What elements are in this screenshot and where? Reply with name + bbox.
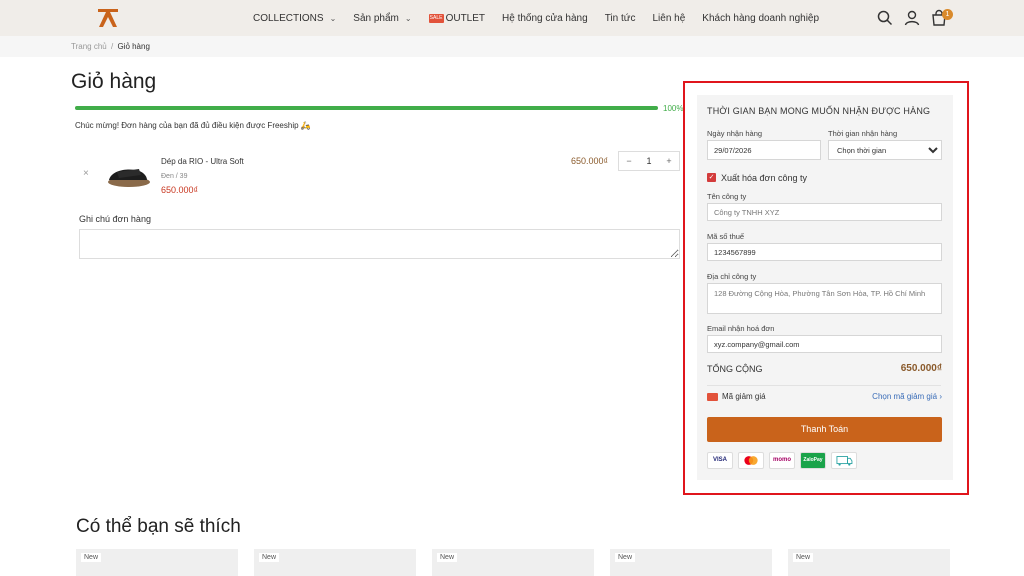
company-address-input[interactable]: 128 Đường Cộng Hòa, Phường Tân Sơn Hòa, …: [707, 283, 942, 314]
freeship-progress-label: 100%: [663, 104, 684, 113]
quantity-increase-button[interactable]: +: [659, 156, 679, 166]
chevron-down-icon: ⌄: [329, 13, 337, 23]
product-variant: Đen / 39: [161, 173, 188, 180]
nav-news-label: Tin tức: [604, 12, 636, 24]
product-price: 650.000₫: [161, 185, 199, 195]
new-badge: New: [615, 553, 636, 562]
nav-news[interactable]: Tin tức: [605, 13, 636, 24]
invoice-email-label: Email nhận hoá đơn: [707, 324, 775, 333]
quantity-stepper: − 1 +: [618, 151, 680, 171]
nav-business-label: Khách hàng doanh nghiệp: [702, 12, 820, 24]
delivery-time-title: THỜI GIAN BẠN MONG MUỐN NHẬN ĐƯỢC HÀNG: [707, 106, 931, 116]
chevron-down-icon: ⌄: [404, 13, 412, 23]
breadcrumb-current: Giỏ hàng: [117, 42, 150, 51]
product-card[interactable]: New: [76, 549, 238, 576]
product-card[interactable]: New: [610, 549, 772, 576]
delivery-date-label: Ngày nhận hàng: [707, 129, 763, 138]
nav-collections-label: COLLECTIONS: [253, 12, 324, 24]
tax-code-input[interactable]: [707, 243, 942, 261]
order-note-input[interactable]: [79, 229, 680, 259]
nav-contact[interactable]: Liên hệ: [652, 13, 685, 24]
quantity-value[interactable]: 1: [639, 156, 659, 166]
product-card[interactable]: New: [254, 549, 416, 576]
freeship-progress: [75, 106, 658, 110]
visa-label: VISA: [712, 457, 727, 463]
momo-label: momo: [773, 457, 791, 463]
zalopay-label: ZaloPay: [803, 457, 823, 463]
company-name-input[interactable]: [707, 203, 942, 221]
new-badge: New: [81, 553, 102, 562]
nav-products-label: Sản phẩm: [353, 12, 399, 24]
order-note-label: Ghi chú đơn hàng: [79, 214, 151, 224]
checkout-button[interactable]: Thanh Toán: [707, 417, 942, 442]
company-address-label: Địa chỉ công ty: [707, 272, 757, 281]
product-card[interactable]: New: [432, 549, 594, 576]
coupon-label: Mã giảm giá: [722, 392, 766, 401]
line-total: 650.000₫: [571, 156, 609, 166]
invoice-email-input[interactable]: [707, 335, 942, 353]
nav-products[interactable]: Sản phẩm ⌄: [353, 13, 411, 24]
checkout-panel: THỜI GIAN BẠN MONG MUỐN NHẬN ĐƯỢC HÀNG N…: [697, 95, 953, 480]
product-name[interactable]: Dép da RIO - Ultra Soft: [161, 157, 244, 166]
brand-logo[interactable]: [96, 7, 120, 29]
search-icon[interactable]: [876, 9, 894, 27]
divider: [707, 385, 941, 386]
momo-icon: momo: [769, 452, 795, 469]
choose-coupon-link-label: Chọn mã giảm giá: [872, 392, 938, 401]
mastercard-icon: [738, 452, 764, 469]
delivery-time-label: Thời gian nhận hàng: [828, 129, 898, 138]
nav-outlet[interactable]: SALE OUTLET: [428, 12, 486, 24]
page-title: Giỏ hàng: [71, 70, 157, 93]
breadcrumb-separator: /: [110, 42, 114, 51]
freeship-message: Chúc mừng! Đơn hàng của bạn đã đủ điều k…: [75, 121, 311, 130]
visa-icon: VISA: [707, 452, 733, 469]
cod-delivery-icon: [831, 452, 857, 469]
user-icon[interactable]: [903, 9, 921, 27]
nav-stores[interactable]: Hệ thống cửa hàng: [502, 13, 588, 24]
freeship-progress-fill: [75, 106, 658, 110]
breadcrumb: Trang chủ / Giỏ hàng: [71, 42, 150, 51]
product-thumbnail[interactable]: [103, 160, 151, 190]
suggestions-title: Có thể bạn sẽ thích: [76, 516, 241, 537]
invoice-checkbox[interactable]: ✓: [707, 173, 716, 182]
delivery-date-input[interactable]: [707, 140, 821, 160]
quantity-decrease-button[interactable]: −: [619, 156, 639, 166]
tax-code-label: Mã số thuế: [707, 232, 745, 241]
product-card[interactable]: New: [788, 549, 950, 576]
invoice-checkbox-label[interactable]: Xuất hóa đơn công ty: [721, 173, 807, 183]
nav-contact-label: Liên hệ: [652, 12, 686, 24]
nav-outlet-label: OUTLET: [445, 12, 486, 24]
new-badge: New: [437, 553, 458, 562]
choose-coupon-link[interactable]: Chọn mã giảm giá ›: [872, 392, 942, 401]
main-nav: COLLECTIONS ⌄ Sản phẩm ⌄ SALE OUTLET Hệ …: [253, 0, 836, 36]
new-badge: New: [793, 553, 814, 562]
company-name-label: Tên công ty: [707, 192, 747, 201]
new-badge: New: [259, 553, 280, 562]
nav-stores-label: Hệ thống cửa hàng: [502, 12, 588, 24]
total-value: 650.000₫: [900, 363, 942, 374]
breadcrumb-bar: Trang chủ / Giỏ hàng: [0, 36, 1024, 57]
remove-item-button[interactable]: ×: [83, 168, 89, 179]
nav-collections[interactable]: COLLECTIONS ⌄: [253, 13, 336, 24]
sale-icon: SALE: [428, 13, 444, 23]
delivery-time-select[interactable]: Chọn thời gian: [828, 140, 942, 160]
zalopay-icon: ZaloPay: [800, 452, 826, 469]
chevron-right-icon: ›: [939, 392, 942, 401]
breadcrumb-home[interactable]: Trang chủ: [71, 42, 107, 51]
site-header: COLLECTIONS ⌄ Sản phẩm ⌄ SALE OUTLET Hệ …: [0, 0, 1024, 36]
coupon-icon: [707, 393, 718, 401]
nav-business[interactable]: Khách hàng doanh nghiệp: [702, 13, 819, 24]
total-label: TỔNG CỘNG: [707, 364, 763, 374]
cart-count-badge: 1: [942, 9, 953, 20]
